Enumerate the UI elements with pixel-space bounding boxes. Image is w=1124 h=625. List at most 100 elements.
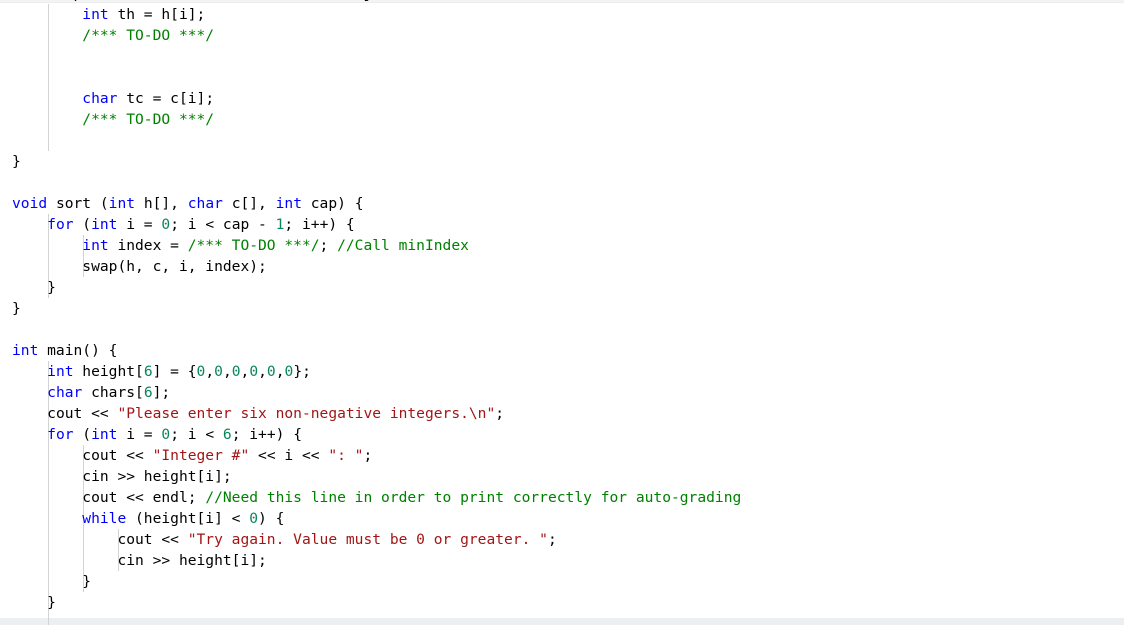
code-line[interactable]: for (int i = 0; i < 6; i++) { [0,424,1124,445]
code-token-kw: int [82,6,109,23]
code-line[interactable]: void sort (int h[], char c[], int cap) { [0,193,1124,214]
code-token-kw: char [82,90,118,107]
code-line[interactable] [0,130,1124,151]
code-line-text: char chars[6]; [12,384,170,401]
code-line[interactable]: cout << endl; //Need this line in order … [0,487,1124,508]
code-line-text: } [12,153,21,170]
code-line[interactable] [0,67,1124,88]
code-token-cmt: //Need this line in order to print corre… [205,489,742,506]
code-token-pln: ) { [258,510,285,527]
code-token-pln: cout << endl; [82,489,206,506]
code-line[interactable]: /*** TO-DO ***/ [0,25,1124,46]
code-line-text: swap (int h[], char c[], int i, int j) { [12,0,398,2]
code-line-text: char tc = c[i]; [12,90,214,107]
code-token-num: 0 [214,363,223,380]
code-line[interactable]: int th = h[i]; [0,4,1124,25]
code-token-pln: } [12,300,21,317]
code-token-pln: , [205,363,215,380]
code-token-pln: i = [117,216,162,233]
editor-bottom-edge [0,618,1124,625]
code-token-num: 6 [222,426,232,443]
code-line[interactable]: cout << "Integer #" << i << ": "; [0,445,1124,466]
code-line-text: cin >> height[i]; [12,468,232,485]
code-token-num: 0 [266,363,276,380]
code-line[interactable]: cin >> height[i]; [0,550,1124,571]
code-token-kw: int [275,195,302,212]
code-line[interactable]: for (int i = 0; i < cap - 1; i++) { [0,214,1124,235]
code-line[interactable]: cout << "Try again. Value must be 0 or g… [0,529,1124,550]
code-token-pln: cout << [82,447,153,464]
code-line[interactable]: } [0,298,1124,319]
code-token-pln: ] = { [152,363,197,380]
code-token-str: "Try again. Value must be 0 or greater. … [187,531,548,548]
code-line[interactable]: char tc = c[i]; [0,88,1124,109]
code-token-num: 0 [161,216,171,233]
code-line[interactable]: cin >> height[i]; [0,466,1124,487]
code-token-pln: } [47,594,56,611]
code-line[interactable]: } [0,151,1124,172]
code-line[interactable]: /*** TO-DO ***/ [0,109,1124,130]
code-line-text: /*** TO-DO ***/ [12,27,214,44]
code-token-pln: }; [293,363,311,380]
code-line-text: int th = h[i]; [12,6,205,23]
code-line-text: cin >> height[i]; [12,552,266,569]
code-token-pln: swap(h, c, i, index); [82,258,267,275]
code-line[interactable]: while (height[i] < 0) { [0,508,1124,529]
code-token-pln: cap) { [301,195,364,212]
code-token-pln: ; [319,237,338,254]
code-token-num: 6 [143,363,153,380]
code-line-text: for (int i = 0; i < 6; i++) { [12,426,302,443]
code-token-cmt: /*** TO-DO ***/ [82,111,215,128]
code-line-text: cout << "Try again. Value must be 0 or g… [12,531,556,548]
code-line-text: cout << "Please enter six non-negative i… [12,405,504,422]
code-token-str: "Integer #" [152,447,250,464]
code-line-text: } [12,573,91,590]
code-line[interactable]: swap(h, c, i, index); [0,256,1124,277]
code-line-text: while (height[i] < 0) { [12,510,284,527]
code-line[interactable]: cout << "Please enter six non-negative i… [0,403,1124,424]
code-line[interactable] [0,46,1124,67]
code-token-kw: char [47,384,83,401]
code-token-pln: swap (int h[], char c[], int i, int j) { [12,0,398,2]
code-token-pln: , [240,363,250,380]
code-content[interactable]: swap (int h[], char c[], int i, int j) {… [0,0,1124,625]
code-token-str: "Please enter six non-negative integers.… [117,405,496,422]
code-line[interactable]: } [0,592,1124,613]
code-token-str: ": " [328,447,364,464]
code-token-num: 0 [161,426,171,443]
code-line[interactable]: } [0,277,1124,298]
code-line-text: for (int i = 0; i < cap - 1; i++) { [12,216,355,233]
code-token-cmt: /*** TO-DO ***/ [82,27,215,44]
code-line[interactable] [0,319,1124,340]
code-token-kw: int [108,195,136,212]
code-editor[interactable]: swap (int h[], char c[], int i, int j) {… [0,0,1124,625]
code-line[interactable] [0,172,1124,193]
code-line[interactable]: } [0,571,1124,592]
code-token-pln: , [275,363,285,380]
code-line[interactable]: int height[6] = {0,0,0,0,0,0}; [0,361,1124,382]
code-line[interactable]: int main() { [0,340,1124,361]
code-token-pln: chars[ [82,384,144,401]
code-token-pln: cin >> height[i]; [82,468,232,485]
code-token-pln: cout << [47,405,118,422]
code-token-pln: , [222,363,232,380]
code-token-kw: while [82,510,127,527]
code-token-pln: main() { [38,342,118,359]
code-line-text: swap(h, c, i, index); [12,258,267,275]
code-token-num: 0 [249,363,259,380]
code-token-kw: void [12,195,48,212]
code-line[interactable]: char chars[6]; [0,382,1124,403]
code-line[interactable]: int index = /*** TO-DO ***/; //Call minI… [0,235,1124,256]
